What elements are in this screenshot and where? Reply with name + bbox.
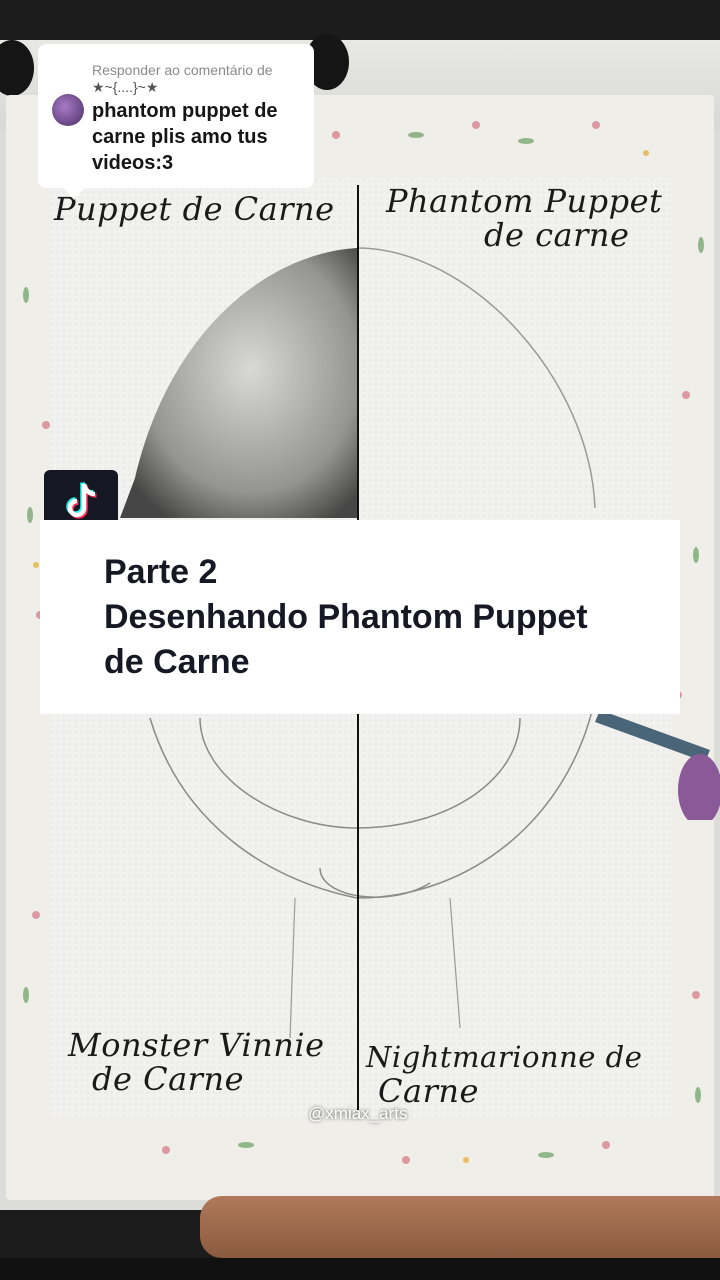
video-frame[interactable]: Puppet de Carne Phantom Puppet de carne … [0,0,720,1280]
label-nightmarionne-line1: Nightmarionne de [366,1040,643,1074]
caption-line-2: Desenhando Phantom Puppet [104,598,588,636]
label-monster-vinnie-line1: Monster Vinnie [68,1026,325,1064]
label-puppet-de-carne: Puppet de Carne [54,190,335,228]
reply-comment-bubble[interactable]: Responder ao comentário de ★~{....}~★ ph… [38,44,314,200]
label-phantom-puppet-line2: de carne [484,216,630,254]
video-caption-card: Parte 2 Desenhando Phantom Puppet de Car… [40,520,680,714]
caption-line-3: de Carne [104,643,250,681]
floor-shadow [0,1258,720,1280]
creator-watermark: @xmiax_arts [308,1104,408,1123]
caption-text: Parte 2 Desenhando Phantom Puppet de Car… [104,550,664,685]
reply-to-label: Responder ao comentário de [92,62,273,78]
label-phantom-puppet-line1: Phantom Puppet [386,182,663,220]
comment-text: phantom puppet de carne plis amo tus vid… [92,100,278,174]
label-monster-vinnie-line2: de Carne [92,1060,244,1098]
wooden-ledge [200,1196,720,1258]
commenter-avatar[interactable] [52,94,84,126]
caption-line-1: Parte 2 [104,553,218,591]
label-nightmarionne-line2: Carne [378,1072,479,1110]
reply-to-username[interactable]: ★~{....}~★ [92,79,158,95]
pencil-in-hand [595,710,720,820]
